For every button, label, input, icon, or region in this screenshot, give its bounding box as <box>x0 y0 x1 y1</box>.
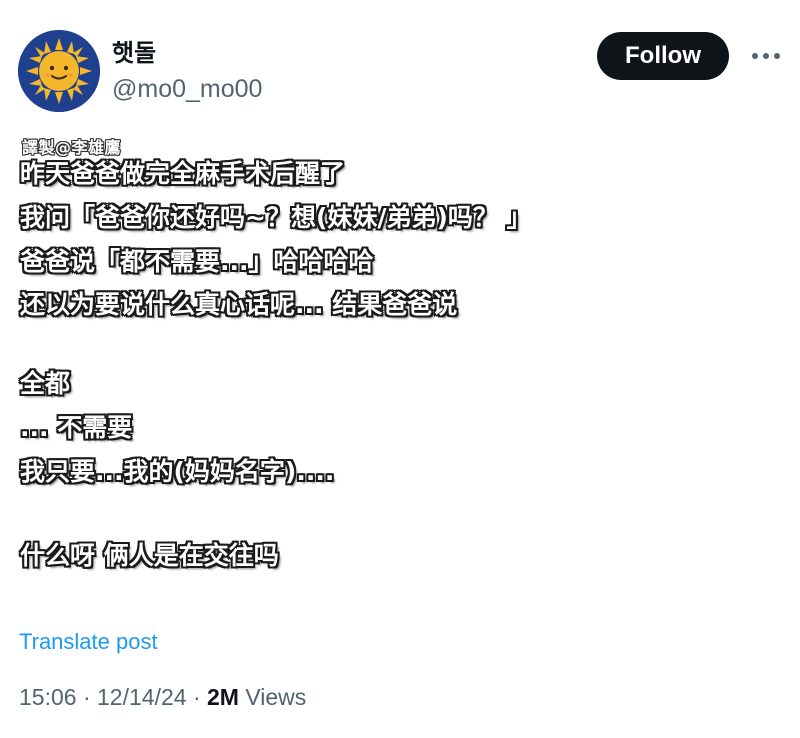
author-handle[interactable]: @mo0_mo00 <box>112 72 262 106</box>
sun-avatar-icon <box>18 30 100 112</box>
translate-post-link[interactable]: Translate post <box>19 629 158 655</box>
follow-button[interactable]: Follow <box>597 32 729 80</box>
meta-separator: · <box>192 684 201 710</box>
post-metadata: 15:06 · 12/14/24 · 2M Views <box>19 684 306 711</box>
post-header: 햇돌 @mo0_mo00 Follow <box>18 30 788 112</box>
views-count: 2M <box>207 684 239 710</box>
avatar[interactable] <box>18 30 100 112</box>
post-media-image[interactable]: 譯製@李雄鷹 昨天爸爸做完全麻手术后醒了 我问「爸爸你还好吗~？想(妹妹/弟弟)… <box>18 134 618 594</box>
subtitle-line: 我只要...我的(妈妈名字).... <box>20 457 335 486</box>
subtitle-line: ... 不需要 <box>20 413 133 442</box>
translator-credit: 譯製@李雄鷹 <box>22 138 122 157</box>
more-horizontal-icon <box>752 53 780 59</box>
subtitle-line: 什么呀 俩人是在交往吗 <box>20 541 279 570</box>
subtitle-line: 爸爸说「都不需要...」哈哈哈哈 <box>20 247 374 276</box>
meta-separator: · <box>82 684 91 710</box>
subtitle-line: 还以为要说什么真心话呢... 结果爸爸说 <box>20 290 458 319</box>
subtitle-line: 全都 <box>20 369 71 398</box>
more-options-button[interactable] <box>748 44 784 68</box>
views-label: Views <box>245 684 307 710</box>
tweet-post: 햇돌 @mo0_mo00 Follow 譯製@李雄鷹 昨天爸爸做完全麻手术后醒了… <box>0 0 800 738</box>
subtitle-line: 昨天爸爸做完全麻手术后醒了 <box>20 159 346 188</box>
subtitle-line: 我问「爸爸你还好吗~？想(妹妹/弟弟)吗？ 」 <box>20 203 532 232</box>
author-info: 햇돌 @mo0_mo00 <box>112 38 262 106</box>
author-display-name[interactable]: 햇돌 <box>112 38 262 68</box>
post-time[interactable]: 15:06 <box>19 684 77 710</box>
post-date[interactable]: 12/14/24 <box>97 684 187 710</box>
